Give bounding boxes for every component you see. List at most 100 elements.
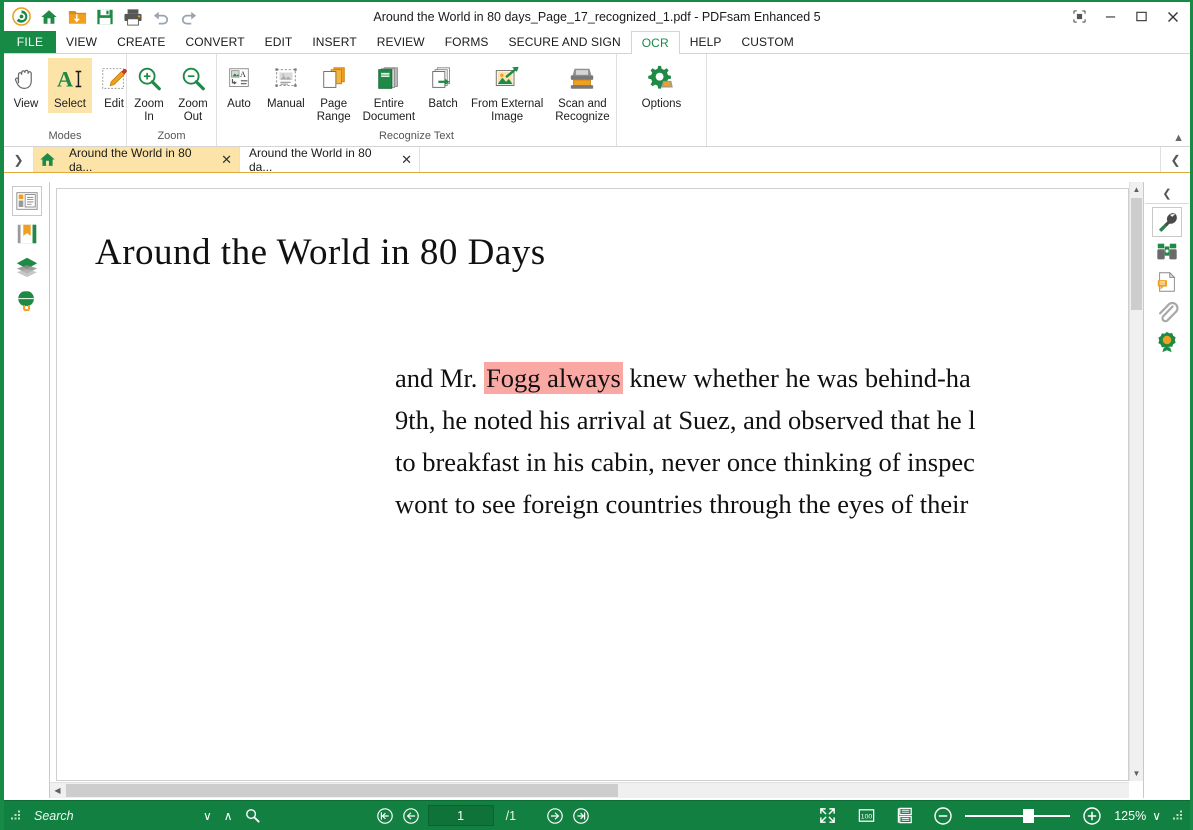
vertical-scrollbar[interactable]: ▲ ▼ xyxy=(1129,182,1143,781)
maximize-button[interactable] xyxy=(1126,3,1157,30)
document-paragraph: and Mr. Fogg always knew whether he was … xyxy=(395,357,976,525)
pdf-page[interactable]: Around the World in 80 Days and Mr. Fogg… xyxy=(56,188,1129,781)
tabbar-expand-icon[interactable]: ❯ xyxy=(4,147,34,172)
zoom-dropdown-icon[interactable]: ∨ xyxy=(1152,809,1161,823)
bookmarks-icon[interactable] xyxy=(12,219,42,249)
document-tab-2-label: Around the World in 80 da... xyxy=(249,145,372,174)
menu-ocr[interactable]: OCR xyxy=(630,31,680,54)
menu-create[interactable]: CREATE xyxy=(107,31,175,53)
page-navigation: 1 /1 xyxy=(376,805,590,826)
auto-ocr-icon: A xyxy=(225,61,253,97)
zoom-in-icon xyxy=(135,61,163,97)
document-tab-1[interactable]: Around the World in 80 da... ✕ xyxy=(60,146,240,174)
batch-label: Batch xyxy=(428,98,458,110)
zoom-in-label: Zoom In xyxy=(134,98,164,123)
menu-edit[interactable]: EDIT xyxy=(255,31,303,53)
menu-view[interactable]: VIEW xyxy=(56,31,107,53)
zoom-in-button[interactable]: Zoom In xyxy=(127,58,171,126)
menu-forms[interactable]: FORMS xyxy=(435,31,499,53)
zoom-out-button[interactable]: Zoom Out xyxy=(171,58,215,126)
close-button[interactable] xyxy=(1157,3,1188,30)
zoom-in-circle-icon[interactable] xyxy=(1082,806,1102,826)
highlighted-text[interactable]: Fogg always xyxy=(484,362,623,394)
attachments-paperclip-icon[interactable] xyxy=(1152,297,1182,327)
document-heading: Around the World in 80 Days xyxy=(95,232,546,273)
menu-insert[interactable]: INSERT xyxy=(302,31,366,53)
view-mode-button[interactable]: View xyxy=(4,58,48,113)
scroll-up-icon[interactable]: ▲ xyxy=(1130,182,1143,197)
manual-ocr-button[interactable]: Manual xyxy=(261,58,311,113)
search-magnifier-icon[interactable] xyxy=(245,808,260,823)
search-binoculars-icon[interactable] xyxy=(1152,237,1182,267)
menu-file[interactable]: FILE xyxy=(4,31,56,53)
minimize-button[interactable] xyxy=(1095,3,1126,30)
select-mode-button[interactable]: A Select xyxy=(48,58,92,113)
menu-convert[interactable]: CONVERT xyxy=(175,31,254,53)
document-tab-bar: ❯ Around the World in 80 da... ✕ Around … xyxy=(4,145,1190,174)
zoom-out-circle-icon[interactable] xyxy=(933,806,953,826)
hand-icon xyxy=(11,61,41,97)
auto-ocr-button[interactable]: A Auto xyxy=(217,58,261,113)
restore-down-icon[interactable] xyxy=(1064,3,1095,30)
menu-secure-and-sign[interactable]: SECURE AND SIGN xyxy=(499,31,631,53)
save-icon[interactable] xyxy=(92,4,118,30)
menu-custom[interactable]: CUSTOM xyxy=(731,31,803,53)
zoom-controls: 100 125% ∨ xyxy=(818,806,1190,826)
resize-grip-icon[interactable] xyxy=(1173,810,1184,821)
last-page-icon[interactable] xyxy=(572,807,590,825)
tab-home-icon[interactable] xyxy=(34,147,60,172)
actual-size-100-icon[interactable]: 100 xyxy=(857,806,876,825)
redo-icon[interactable] xyxy=(176,4,202,30)
svg-text:100: 100 xyxy=(861,813,873,820)
horizontal-scrollbar[interactable]: ◀ xyxy=(50,782,1129,798)
document-line-3: to breakfast in his cabin, never once th… xyxy=(395,447,975,477)
comments-icon[interactable] xyxy=(1152,267,1182,297)
search-prev-icon[interactable]: ∧ xyxy=(224,809,233,823)
links-globe-icon[interactable] xyxy=(12,285,42,315)
right-rail-collapse-icon[interactable]: ❮ xyxy=(1145,184,1189,204)
document-tab-1-close-icon[interactable]: ✕ xyxy=(221,153,232,166)
options-button[interactable]: Options xyxy=(636,58,688,113)
vertical-scroll-thumb[interactable] xyxy=(1131,198,1142,310)
zoom-slider-thumb[interactable] xyxy=(1023,808,1035,823)
zoom-slider-track[interactable] xyxy=(965,808,1071,823)
layers-icon[interactable] xyxy=(12,252,42,282)
scan-and-recognize-button[interactable]: Scan and Recognize xyxy=(549,58,615,126)
page-number-input[interactable]: 1 xyxy=(427,805,494,826)
zoom-out-label: Zoom Out xyxy=(178,98,208,123)
document-line-4: wont to see foreign countries through th… xyxy=(395,489,969,519)
next-page-icon[interactable] xyxy=(546,807,564,825)
search-next-icon[interactable]: ∨ xyxy=(203,809,212,823)
tabbar-collapse-icon[interactable]: ❮ xyxy=(1160,147,1190,172)
zoom-slider[interactable] xyxy=(965,808,1071,823)
fit-to-screen-icon[interactable] xyxy=(818,806,837,825)
menu-review[interactable]: REVIEW xyxy=(367,31,435,53)
from-external-image-button[interactable]: From External Image xyxy=(465,58,549,126)
app-logo-icon[interactable] xyxy=(8,4,34,30)
drag-grip-icon[interactable] xyxy=(4,810,28,821)
page-range-button[interactable]: Page Range xyxy=(311,58,357,126)
print-icon[interactable] xyxy=(120,4,146,30)
batch-button[interactable]: Batch xyxy=(421,58,465,113)
document-tab-2-close-icon[interactable]: ✕ xyxy=(401,153,412,166)
entire-document-icon xyxy=(375,61,403,97)
previous-page-icon[interactable] xyxy=(402,807,420,825)
scroll-left-icon[interactable]: ◀ xyxy=(50,783,65,798)
document-tab-2[interactable]: Around the World in 80 da... ✕ xyxy=(240,145,420,174)
open-icon[interactable] xyxy=(64,4,90,30)
signature-seal-icon[interactable] xyxy=(1152,327,1182,357)
page-thumbnails-icon[interactable] xyxy=(11,186,42,216)
left-navigation-rail xyxy=(4,182,50,798)
horizontal-scroll-thumb[interactable] xyxy=(66,784,618,797)
document-viewport[interactable]: Around the World in 80 Days and Mr. Fogg… xyxy=(50,182,1143,798)
entire-document-button[interactable]: Entire Document xyxy=(357,58,421,126)
svg-text:A: A xyxy=(240,70,246,79)
home-icon[interactable] xyxy=(36,4,62,30)
tools-wrench-icon[interactable] xyxy=(1152,207,1182,237)
page-layout-icon[interactable] xyxy=(896,806,915,825)
ribbon-collapse-icon[interactable]: ▲ xyxy=(1173,132,1184,144)
scroll-down-icon[interactable]: ▼ xyxy=(1130,766,1143,781)
undo-icon[interactable] xyxy=(148,4,174,30)
menu-help[interactable]: HELP xyxy=(680,31,732,53)
first-page-icon[interactable] xyxy=(376,807,394,825)
